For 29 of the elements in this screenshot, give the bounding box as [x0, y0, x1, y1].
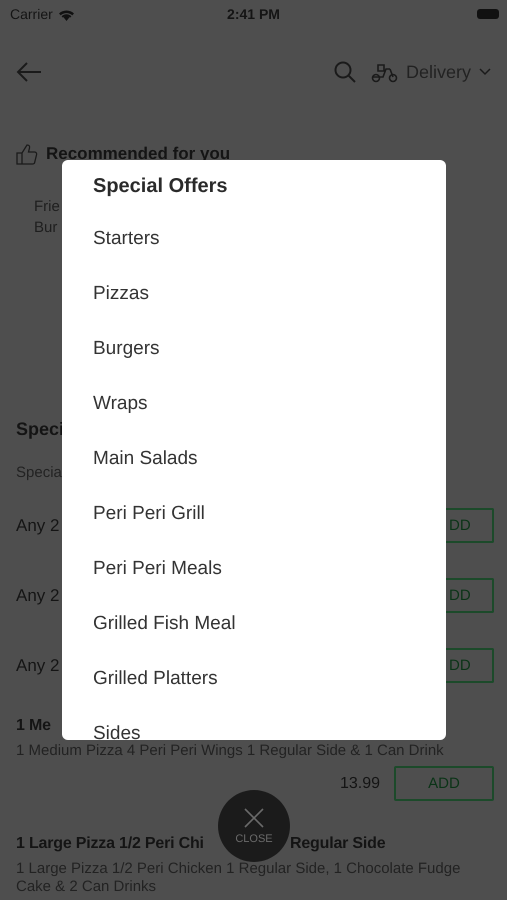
clock-time: 2:41 PM [227, 6, 280, 22]
menu-item[interactable]: Peri Peri Grill [93, 502, 205, 524]
close-icon [243, 807, 265, 829]
product-name: 1 Large Pizza 1/2 Peri Chi [16, 834, 205, 854]
menu-item[interactable]: Grilled Platters [93, 668, 218, 690]
menu-item[interactable]: Wraps [93, 392, 148, 414]
menu-item[interactable]: Grilled Fish Meal [93, 612, 236, 634]
battery-icon [477, 9, 499, 19]
section-heading: Speci [15, 418, 64, 441]
offer-name: Any 2 [16, 656, 60, 676]
menu-item[interactable]: Sides [93, 722, 141, 744]
product-name: 1 Me [16, 716, 51, 736]
product-price: 13.99 [340, 774, 380, 792]
menu-item[interactable]: Pizzas [93, 282, 149, 304]
thumbs-up-icon [16, 143, 38, 165]
menu-item[interactable]: Starters [93, 228, 160, 250]
menu-item[interactable]: Burgers [93, 338, 160, 360]
search-icon[interactable] [334, 61, 356, 83]
menu-item[interactable]: Main Salads [93, 448, 198, 470]
menu-item[interactable]: Peri Peri Meals [93, 558, 222, 580]
scooter-icon [370, 61, 398, 83]
chevron-down-icon [479, 68, 491, 76]
menu-title: Special Offers [93, 174, 228, 198]
offer-name: Any 2 [16, 516, 60, 536]
carrier-label: Carrier [10, 6, 53, 22]
wifi-icon [58, 8, 75, 20]
product-name: Regular Side [290, 834, 386, 854]
offer-name: Any 2 [16, 586, 60, 606]
back-arrow-icon[interactable] [16, 62, 42, 82]
